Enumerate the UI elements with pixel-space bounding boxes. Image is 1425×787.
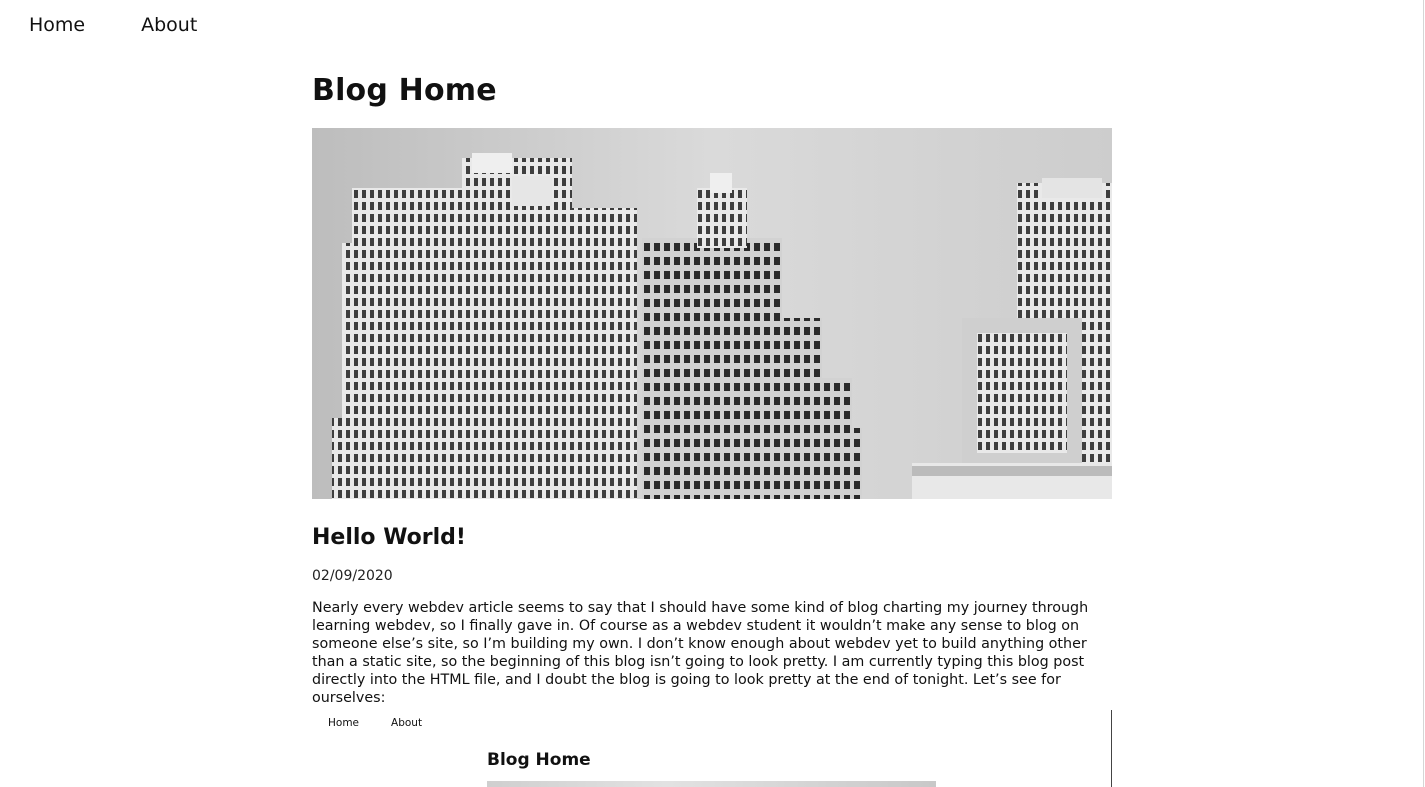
- embedded-page-title: Blog Home: [487, 750, 591, 770]
- post-body: Nearly every webdev article seems to say…: [312, 600, 1089, 706]
- embedded-screenshot: Home About Blog Home: [312, 710, 1112, 787]
- embedded-nav-home: Home: [328, 717, 360, 729]
- post-title: Hello World!: [312, 525, 466, 550]
- nav-about-link[interactable]: About: [141, 14, 197, 36]
- embedded-nav-about: About: [391, 717, 423, 729]
- nav-home-link[interactable]: Home: [29, 14, 85, 36]
- post-date: 02/09/2020: [312, 568, 393, 584]
- embedded-border: [1111, 710, 1112, 787]
- city-skyline-icon: [312, 128, 1112, 499]
- scrollbar[interactable]: [1423, 0, 1424, 787]
- main-content: Blog Home Hello World! 02/09/2020 Nearly…: [312, 70, 1112, 721]
- top-nav: Home About: [29, 14, 197, 36]
- page-title: Blog Home: [312, 73, 497, 108]
- embedded-hero-image: [487, 781, 936, 787]
- hero-image: [312, 128, 1112, 499]
- embedded-nav: Home About: [328, 717, 422, 729]
- page: Home About Blog Home Hello World! 02/09/…: [0, 0, 1425, 787]
